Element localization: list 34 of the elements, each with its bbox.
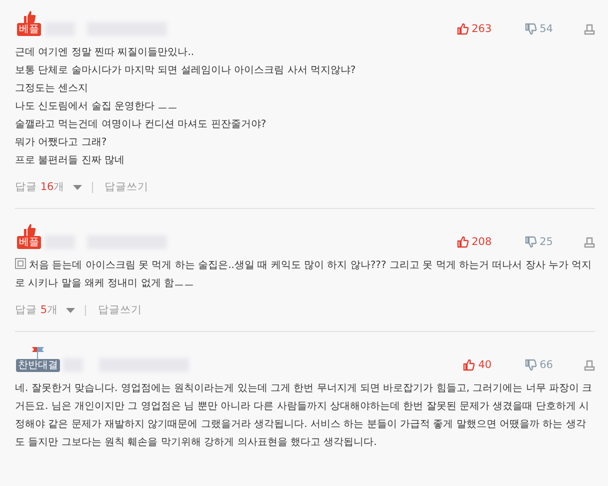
dislike-count: 25 (540, 236, 553, 248)
caret-icon[interactable] (66, 308, 76, 312)
comment-text: 술깰라고 먹는건데 여명이나 컨디션 마셔도 핀잔줄거야? (15, 118, 268, 132)
thumbs-up-icon (22, 224, 36, 236)
comment-text: 보통 단체로 술마시다가 마지막 되면 설레임이나 아이스크림 사서 먹지않냐? (15, 64, 357, 78)
comment-text: 나도 신도림에서 술집 운영한다 ㅡㅡ (15, 100, 179, 114)
best-comment-badge: 베플 (17, 236, 41, 249)
flags-icon (31, 347, 45, 359)
like-count: 208 (472, 236, 492, 248)
comment-text: 그정도는 센스지 (15, 82, 90, 96)
thumbs-up-icon[interactable] (456, 236, 469, 248)
write-reply-link[interactable]: 답글쓰기 (98, 303, 142, 317)
best-comment-badge: 베플 (17, 23, 41, 36)
thumbs-down-icon[interactable] (524, 236, 537, 248)
like-count: 263 (472, 23, 492, 35)
thumbs-down-icon[interactable] (524, 23, 537, 35)
memo-icon (15, 258, 26, 269)
comment-text: 뭐가 어쨌다고 그래? (15, 136, 108, 150)
thumbs-up-icon[interactable] (456, 23, 469, 35)
comment-text: 네. 잘못한거 맞습니다. 영업점에는 원칙이라는게 있는데 그게 한번 무너지게 되면 바로잡기가 힘들고, 그러기에는 너무 파장이 크거든요. 님은 개인이지만 그 영업점은 님 뿐만 아니라 다른 사람들까지 상대해야하는데 한번 잘못된 문제가 생겼을때 단호하게 시정해야 같은 문제가 재발하지 않기때문에 그랬을거라 생각됩니다. 서비스 하는 분들이 가급적 좋게 말했으면 어땠을까 하는 생각도 들지만 그보다는 원칙 훼손을 막기위해 강하게 의사표현을 했다고 생각됩니다. (15, 382, 594, 450)
reply-count-link[interactable]: 답글 16개 (15, 180, 65, 194)
comment-text: 프로 불편러들 진짜 많네 (15, 154, 126, 168)
dislike-count: 54 (540, 23, 553, 35)
comment-text: 근데 여기엔 정말 찐따 찌질이들만있나.. (15, 46, 196, 60)
write-reply-link[interactable]: 답글쓰기 (104, 180, 149, 194)
dislike-count: 66 (540, 359, 553, 371)
thumbs-down-icon[interactable] (524, 359, 537, 371)
comment-text: 처음 듣는데 아이스크림 못 먹게 하는 술집은..생일 때 케익도 많이 하지 않나??? 그리고 못 먹게 하는거 떠나서 장사 누가 억지로 시키나 말을 왜케 정내미 없게 함ㅡㅡ (15, 257, 593, 291)
caret-icon[interactable] (72, 184, 82, 190)
like-count: 40 (478, 359, 492, 371)
thumbs-up-icon (22, 11, 36, 23)
best-comment-badge: 찬반대결 (16, 359, 60, 372)
reply-count-link[interactable]: 답글 5개 (15, 303, 58, 317)
thumbs-up-icon[interactable] (463, 359, 476, 371)
